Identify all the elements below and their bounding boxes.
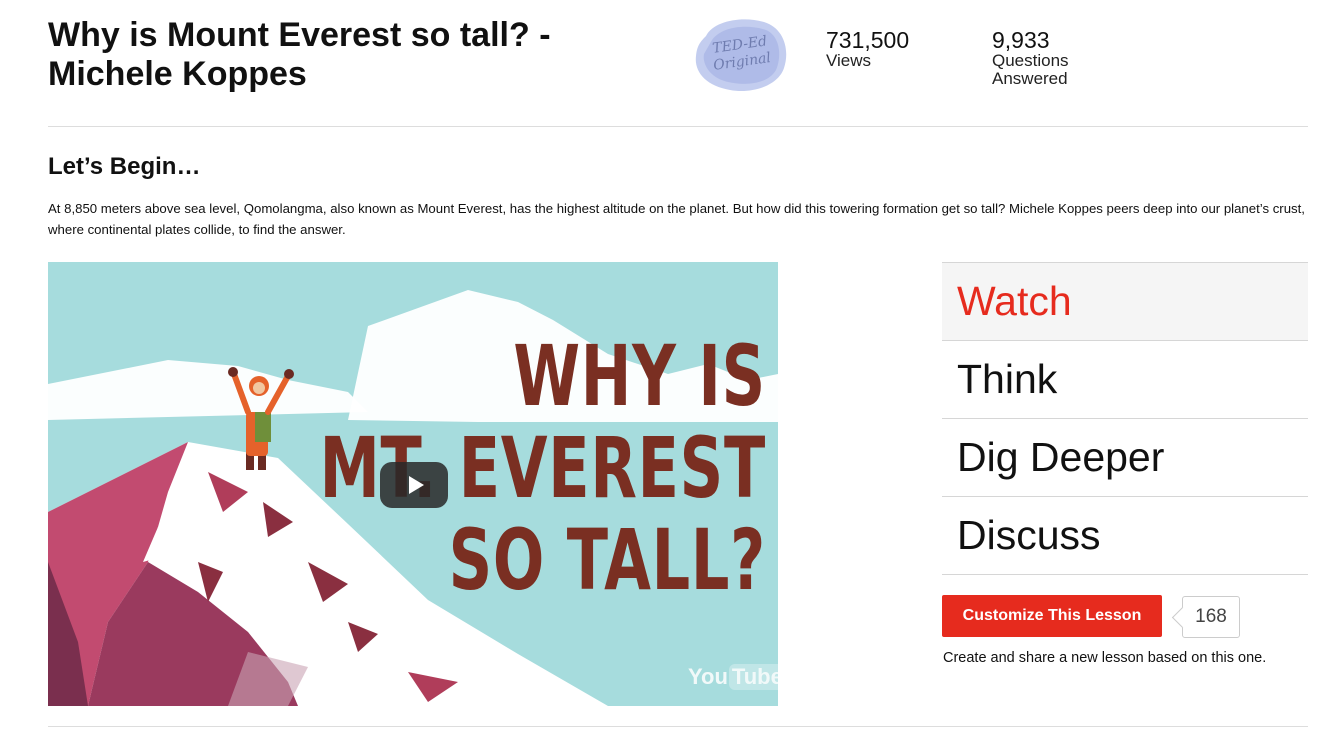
questions-answered-stat: 9,933 Questions Answered <box>992 28 1069 88</box>
questions-answered-label-1: Questions <box>992 51 1069 70</box>
questions-answered-count: 9,933 <box>992 27 1050 53</box>
youtube-logo[interactable]: You Tube <box>688 662 778 692</box>
nav-item-dig-deeper[interactable]: Dig Deeper <box>942 418 1308 496</box>
nav-item-discuss[interactable]: Discuss <box>942 496 1308 574</box>
nav-item-watch[interactable]: Watch <box>942 262 1308 340</box>
customize-note: Create and share a new lesson based on t… <box>943 650 1267 666</box>
views-count: 731,500 <box>826 27 910 53</box>
lesson-nav: Watch Think Dig Deeper Discuss <box>942 262 1308 575</box>
customize-count-badge: 168 <box>1182 596 1240 638</box>
customize-count: 168 <box>1195 606 1227 627</box>
views-stat: 731,500 Views <box>826 28 909 70</box>
questions-answered-label-2: Answered <box>992 69 1068 88</box>
play-button[interactable] <box>380 462 448 508</box>
youtube-logo-tube: Tube <box>728 664 778 690</box>
youtube-logo-you: You <box>688 664 728 689</box>
video-title-line-3: SO TALL? <box>448 511 766 609</box>
ted-ed-original-badge: TED-Ed Original <box>692 14 790 94</box>
lesson-title: Why is Mount Everest so tall? - Michele … <box>48 16 551 93</box>
lesson-description: At 8,850 meters above sea level, Qomolan… <box>48 201 1305 237</box>
lets-begin-heading: Let’s Begin… <box>48 153 201 180</box>
footer-divider <box>48 726 1308 727</box>
nav-divider <box>942 574 1308 575</box>
play-icon <box>408 476 424 494</box>
header-divider <box>48 126 1308 127</box>
video-player[interactable]: WHY IS MT. EVEREST SO TALL? You Tube <box>48 262 778 706</box>
nav-item-think[interactable]: Think <box>942 340 1308 418</box>
video-title-line-1: WHY IS <box>513 327 766 425</box>
views-label: Views <box>826 51 872 70</box>
customize-lesson-button[interactable]: Customize This Lesson <box>942 595 1162 637</box>
